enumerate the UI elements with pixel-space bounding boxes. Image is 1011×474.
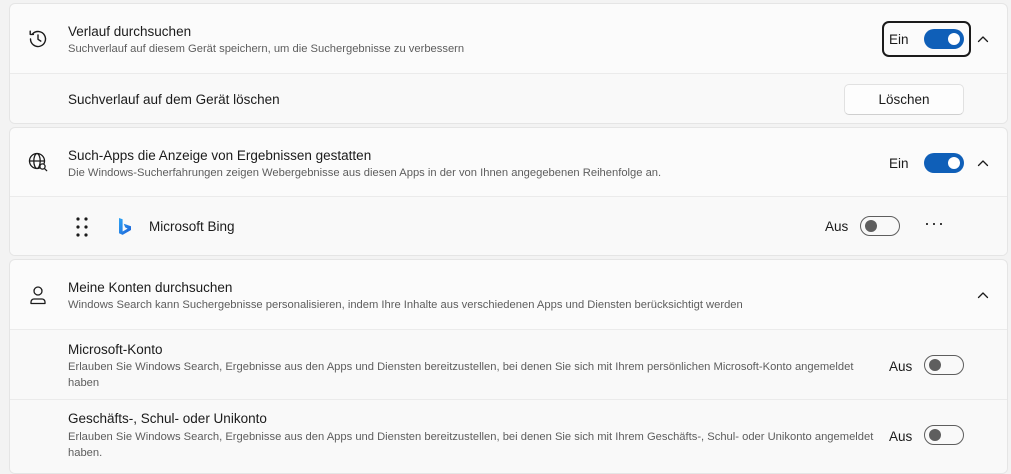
accounts-collapse-chevron-icon[interactable] (976, 288, 990, 302)
account-description: Erlauben Sie Windows Search, Ergebnisse … (68, 431, 874, 459)
history-description: Suchverlauf auf diesem Gerät speichern, … (68, 43, 465, 55)
accounts-card: Meine Konten durchsuchen Windows Search … (9, 259, 1008, 474)
bing-icon (113, 215, 137, 239)
settings-page: Verlauf durchsuchen Suchverlauf auf dies… (0, 0, 1011, 474)
person-icon (26, 283, 50, 307)
search-apps-title: Such-Apps die Anzeige von Ergebnissen ge… (68, 148, 372, 163)
globe-search-icon (26, 150, 50, 174)
account-title: Microsoft-Konto (68, 342, 163, 357)
account-description: Erlauben Sie Windows Search, Ergebnisse … (68, 361, 854, 389)
search-apps-collapse-chevron-icon[interactable] (976, 156, 990, 170)
search-apps-toggle-state: Ein (889, 156, 909, 171)
search-apps-description: Die Windows-Sucherfahrungen zeigen Weber… (68, 167, 662, 179)
bing-toggle-state: Aus (825, 219, 849, 234)
work-account-toggle-state: Aus (889, 429, 913, 444)
accounts-title: Meine Konten durchsuchen (68, 280, 233, 295)
search-app-name: Microsoft Bing (149, 219, 235, 234)
account-row-work-school: Geschäfts-, Schul- oder Unikonto Erlaube… (10, 399, 1007, 473)
history-clear-title: Suchverlauf auf dem Gerät löschen (68, 92, 280, 107)
history-header-row[interactable]: Verlauf durchsuchen Suchverlauf auf dies… (10, 4, 1007, 73)
search-app-row-bing: Microsoft Bing Aus ··· (10, 196, 1007, 255)
history-clear-row: Suchverlauf auf dem Gerät löschen Lösche… (10, 73, 1007, 123)
microsoft-account-toggle-state: Aus (889, 359, 913, 374)
search-apps-toggle[interactable] (924, 153, 964, 173)
microsoft-account-toggle[interactable] (924, 355, 964, 375)
history-card: Verlauf durchsuchen Suchverlauf auf dies… (9, 3, 1008, 124)
history-toggle-state: Ein (889, 32, 909, 47)
search-apps-card: Such-Apps die Anzeige von Ergebnissen ge… (9, 127, 1008, 256)
account-title: Geschäfts-, Schul- oder Unikonto (68, 411, 267, 426)
drag-handle-icon[interactable] (70, 215, 94, 239)
clear-history-button[interactable]: Löschen (844, 84, 964, 115)
accounts-description: Windows Search kann Suchergebnisse perso… (68, 299, 743, 311)
history-icon (26, 27, 50, 51)
account-row-microsoft: Microsoft-Konto Erlauben Sie Windows Sea… (10, 329, 1007, 399)
accounts-header-row[interactable]: Meine Konten durchsuchen Windows Search … (10, 260, 1007, 329)
bing-toggle[interactable] (860, 216, 900, 236)
history-collapse-chevron-icon[interactable] (976, 32, 990, 46)
history-title: Verlauf durchsuchen (68, 24, 192, 39)
work-account-toggle[interactable] (924, 425, 964, 445)
history-toggle[interactable] (924, 29, 964, 49)
bing-more-options-button[interactable]: ··· (924, 213, 945, 234)
search-apps-header-row[interactable]: Such-Apps die Anzeige von Ergebnissen ge… (10, 128, 1007, 196)
